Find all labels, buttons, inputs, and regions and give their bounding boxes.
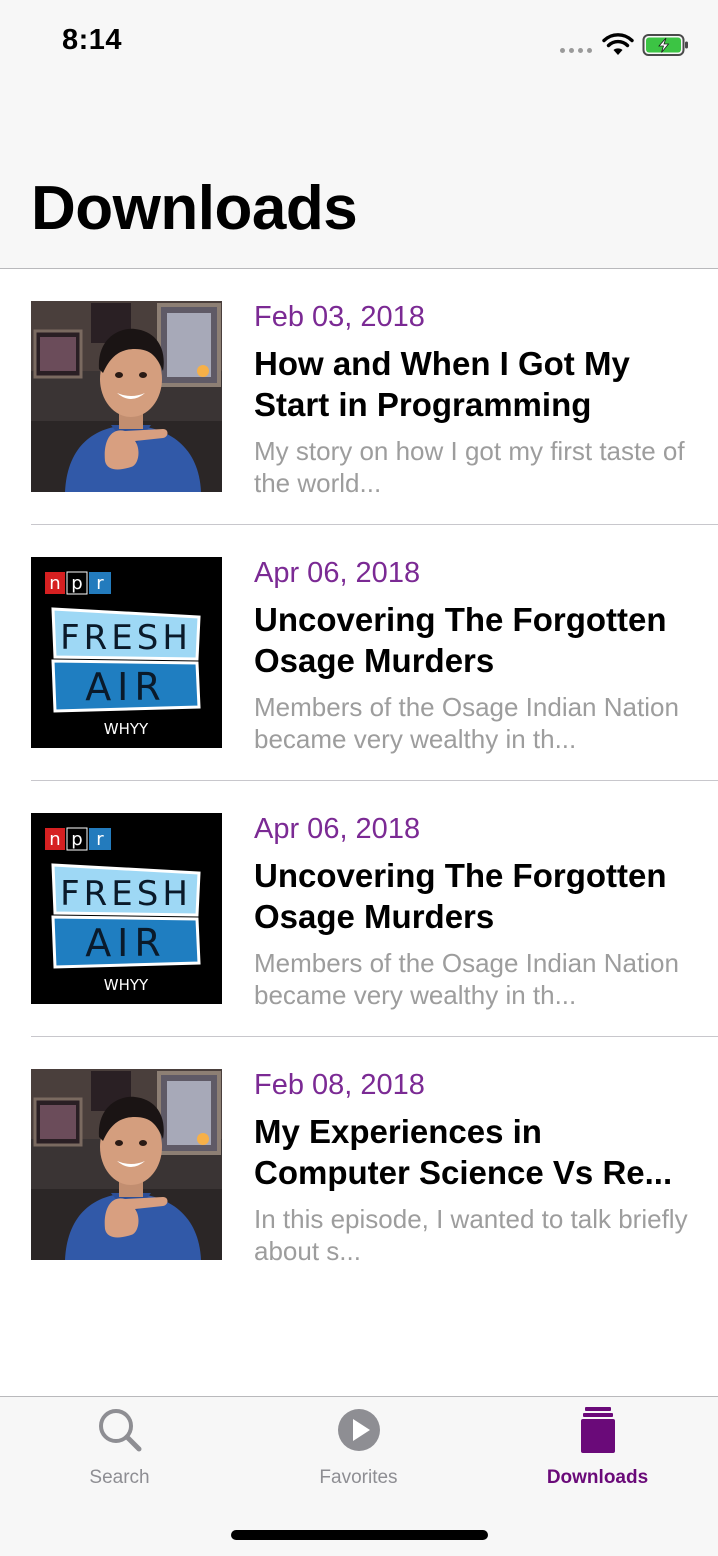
episode-list[interactable]: Feb 03, 2018 How and When I Got My Start… [0, 269, 718, 1293]
npr-letter-p: p [71, 829, 82, 850]
episode-artwork [31, 1069, 222, 1260]
fresh-wordmark: FRESH [60, 874, 192, 914]
cellular-signal-icon [560, 47, 592, 53]
episode-row[interactable]: n p r FRESH AIR WHYY Apr 06, 2018 Uncove… [0, 781, 718, 1037]
episode-row[interactable]: Feb 08, 2018 My Experiences in Computer … [0, 1037, 718, 1293]
episode-artwork: n p r FRESH AIR WHYY [31, 557, 222, 748]
npr-letter-p: p [71, 573, 82, 594]
episode-title: Uncovering The Forgotten Osage Murders [254, 857, 667, 935]
episode-title: My Experiences in Computer Science Vs Re… [254, 1113, 673, 1191]
episode-row[interactable]: n p r FRESH AIR WHYY Apr 06, 2018 Uncove… [0, 525, 718, 781]
episode-description: My story on how I got my first taste of … [254, 436, 685, 498]
episode-text: Apr 06, 2018 Uncovering The Forgotten Os… [254, 811, 694, 1011]
episode-text: Feb 03, 2018 How and When I Got My Start… [254, 299, 694, 499]
station-label: WHYY [104, 720, 149, 738]
tab-downloads[interactable]: Downloads [478, 1405, 717, 1495]
page-title: Downloads [31, 174, 358, 243]
episode-row[interactable]: Feb 03, 2018 How and When I Got My Start… [0, 269, 718, 525]
episode-date: Feb 08, 2018 [254, 1069, 425, 1101]
episode-text: Feb 08, 2018 My Experiences in Computer … [254, 1067, 694, 1267]
app-screen: 8:14 Downloads Feb 03, 2018 How and When… [0, 0, 718, 1556]
tab-label: Downloads [546, 1467, 649, 1488]
episode-date: Apr 06, 2018 [254, 813, 421, 845]
status-icons [560, 28, 690, 62]
air-wordmark: AIR [85, 921, 167, 965]
tab-search[interactable]: Search [0, 1405, 239, 1495]
fresh-wordmark: FRESH [60, 618, 192, 658]
episode-description: Members of the Osage Indian Nation becam… [254, 948, 679, 1010]
wifi-icon [602, 33, 634, 55]
episode-artwork [31, 301, 222, 492]
battery-charging-icon [642, 34, 688, 56]
npr-letter-r: r [96, 829, 104, 850]
station-label: WHYY [104, 976, 149, 994]
air-wordmark: AIR [85, 665, 167, 709]
episode-artwork: n p r FRESH AIR WHYY [31, 813, 222, 1004]
tab-favorites[interactable]: Favorites [239, 1405, 478, 1495]
npr-letter-n: n [49, 829, 60, 850]
home-indicator[interactable] [231, 1530, 488, 1540]
episode-date: Feb 03, 2018 [254, 301, 425, 333]
status-time: 8:14 [62, 24, 123, 56]
play-circle-icon [337, 1409, 380, 1451]
episode-description: In this episode, I wanted to talk briefl… [254, 1204, 688, 1266]
magnifier-icon [98, 1409, 141, 1452]
navigation-header: 8:14 Downloads [0, 0, 718, 269]
episode-date: Apr 06, 2018 [254, 557, 421, 589]
tab-label: Search [89, 1467, 150, 1488]
npr-letter-n: n [49, 573, 60, 594]
episode-description: Members of the Osage Indian Nation becam… [254, 692, 679, 754]
downloads-stack-icon [580, 1407, 615, 1453]
episode-title: Uncovering The Forgotten Osage Murders [254, 601, 667, 679]
tab-label: Favorites [319, 1467, 398, 1488]
episode-text: Apr 06, 2018 Uncovering The Forgotten Os… [254, 555, 694, 755]
npr-letter-r: r [96, 573, 104, 594]
episode-title: How and When I Got My Start in Programmi… [254, 345, 630, 423]
